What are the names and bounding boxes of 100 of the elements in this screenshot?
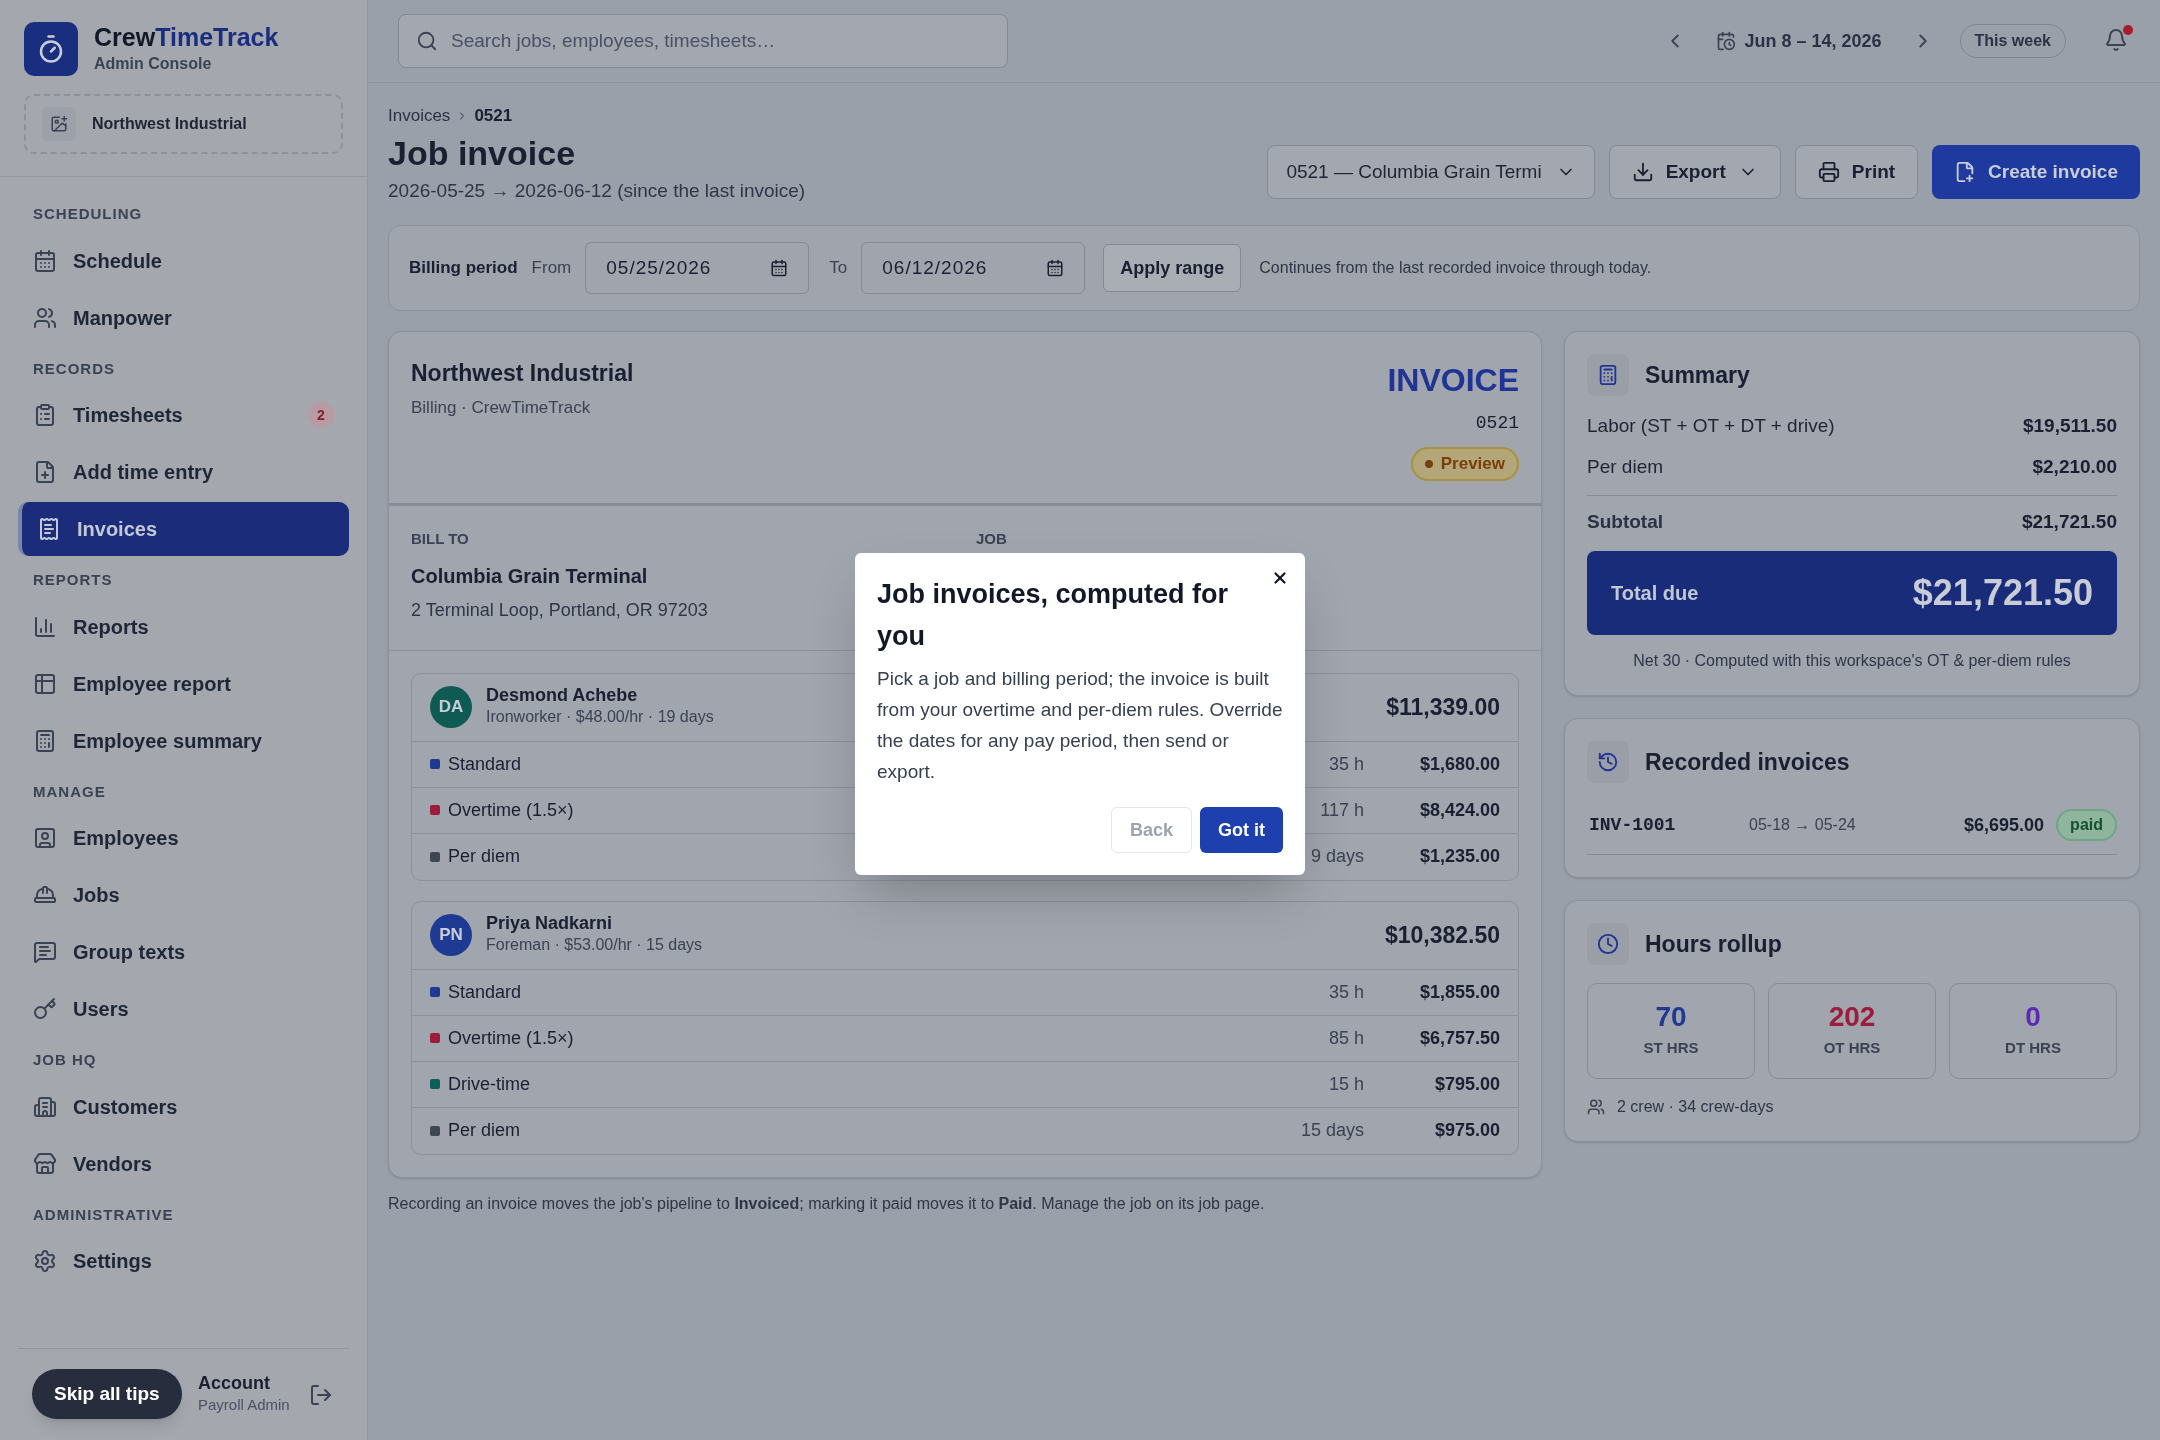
- clipboard-icon: [33, 403, 57, 427]
- got-it-button[interactable]: Got it: [1200, 807, 1283, 853]
- nav-item[interactable]: Employee summary: [18, 713, 349, 768]
- nav-item[interactable]: Invoices: [18, 502, 349, 556]
- nav-item[interactable]: Jobs: [18, 868, 349, 922]
- store-icon: [33, 1151, 57, 1176]
- employee-avatar: DA: [430, 686, 472, 728]
- nav-item[interactable]: Vendors: [18, 1136, 349, 1191]
- file-plus-icon: [33, 460, 57, 484]
- count-badge: 2: [308, 402, 334, 428]
- history-icon: [1587, 740, 1629, 783]
- company-subtitle: Billing · CrewTimeTrack: [411, 396, 592, 419]
- summary-label: Per diem: [1587, 454, 1664, 479]
- hours-label: OT HRS: [1823, 1038, 1881, 1059]
- nav-item[interactable]: Employee report: [18, 656, 349, 711]
- to-label: To: [829, 257, 848, 280]
- nav-item[interactable]: Group texts: [18, 925, 349, 979]
- total-due-amount: $21,721.50: [1912, 570, 2093, 615]
- employee-avatar: PN: [430, 914, 472, 956]
- line-amount: $1,680.00: [1418, 752, 1500, 776]
- summary-value: $21,721.50: [2021, 510, 2117, 534]
- summary-title: Summary: [1645, 361, 1750, 390]
- stopwatch-logo-icon: [24, 22, 78, 76]
- close-icon[interactable]: [1271, 569, 1289, 587]
- calendar-icon: [33, 248, 57, 273]
- calculator-icon: [33, 728, 57, 753]
- line-label: Drive-time: [448, 1072, 530, 1096]
- footer-note: Recording an invoice moves the job's pipeline to Invoiced; marking it paid moves it to Paid. Manage the job on its job page.: [388, 1193, 1266, 1214]
- summary-value: $19,511.50: [2022, 414, 2117, 438]
- summary-note: Net 30 · Computed with this workspace's OT & per-diem rules: [1632, 650, 2072, 671]
- calendar-icon: [1046, 259, 1065, 277]
- employee-name: Desmond Achebe: [486, 685, 638, 705]
- breadcrumb-link[interactable]: Invoices: [388, 103, 451, 129]
- account-role: Payroll Admin: [198, 1395, 291, 1416]
- invoice-id[interactable]: INV-1001: [1587, 811, 1749, 839]
- line-amount: $8,424.00: [1418, 798, 1500, 822]
- table-icon: [33, 671, 57, 696]
- nav-item[interactable]: Settings: [18, 1234, 349, 1288]
- line-amount: $795.00: [1433, 1072, 1500, 1096]
- summary-value: $2,210.00: [2032, 454, 2117, 479]
- account-name: Account: [198, 1372, 271, 1395]
- search-icon: [416, 30, 438, 52]
- workspace-button[interactable]: Northwest Industrial: [24, 94, 343, 154]
- people-icon: [33, 305, 57, 330]
- total-due-label: Total due: [1611, 580, 1699, 606]
- invoice-heading: INVOICE: [1387, 361, 1519, 400]
- print-button[interactable]: Print: [1794, 145, 1919, 199]
- customer-name: Columbia Grain Terminal: [411, 563, 649, 589]
- logout-icon[interactable]: [309, 1382, 333, 1407]
- nav-item[interactable]: Add time entry: [18, 445, 349, 499]
- invoice-number: 0521: [1475, 412, 1519, 435]
- summary-label: Subtotal: [1587, 510, 1663, 534]
- line-amount: $1,235.00: [1418, 845, 1500, 868]
- search-field[interactable]: Search jobs, employees, timesheets…: [398, 14, 1008, 68]
- line-quantity: 85 h: [1327, 1026, 1364, 1050]
- bill-to-label: BILL TO: [411, 529, 470, 549]
- customer-address: 2 Terminal Loop, Portland, OR 97203: [411, 598, 709, 622]
- status-badge: Preview: [1410, 447, 1519, 481]
- nav-item[interactable]: Reports: [18, 599, 349, 654]
- settings-icon: [33, 1249, 57, 1273]
- bar-chart-icon: [33, 614, 57, 639]
- line-label: Standard: [448, 980, 522, 1004]
- people-icon: [1587, 1097, 1605, 1116]
- invoice-range: 05-18 → 05-24: [1749, 815, 1857, 835]
- nav-section-title: MANAGE: [32, 781, 107, 802]
- id-badge-icon: [33, 826, 57, 850]
- hours-value: 70: [1655, 1001, 1687, 1034]
- notification-bell-icon[interactable]: [2104, 28, 2130, 54]
- job-select[interactable]: 0521 — Columbia Grain Termi: [1267, 145, 1595, 199]
- hours-value: 202: [1828, 1001, 1876, 1034]
- line-quantity: 117 h: [1319, 798, 1364, 822]
- apply-range-button[interactable]: Apply range: [1103, 244, 1242, 292]
- line-amount: $975.00: [1433, 1119, 1500, 1142]
- nav-item[interactable]: Timesheets 2: [18, 388, 349, 442]
- to-date-field[interactable]: 06/12/2026: [861, 242, 1086, 294]
- skip-tips-button[interactable]: Skip all tips: [32, 1369, 182, 1419]
- page-title: Job invoice: [388, 132, 577, 174]
- line-quantity: 15 days: [1299, 1119, 1364, 1142]
- from-date-field[interactable]: 05/25/2026: [585, 242, 810, 294]
- line-quantity: 9 days: [1309, 845, 1364, 868]
- message-icon: [33, 940, 57, 964]
- hours-rollup-title: Hours rollup: [1645, 929, 1782, 959]
- line-label: Per diem: [448, 845, 521, 868]
- from-label: From: [531, 257, 572, 280]
- key-icon: [33, 997, 57, 1021]
- nav-item[interactable]: Manpower: [18, 290, 349, 345]
- download-icon: [1631, 161, 1654, 183]
- nav-item[interactable]: Schedule: [18, 233, 349, 288]
- nav-item[interactable]: Customers: [18, 1079, 349, 1134]
- line-label: Overtime (1.5×): [448, 1026, 574, 1050]
- nav-section-title: JOB HQ: [32, 1050, 98, 1070]
- line-quantity: 35 h: [1327, 752, 1364, 776]
- create-invoice-button[interactable]: Create invoice: [1932, 145, 2140, 199]
- export-button[interactable]: Export: [1608, 145, 1781, 199]
- line-amount: $6,757.50: [1418, 1026, 1500, 1050]
- line-label: Standard: [448, 752, 522, 776]
- employee-total: $10,382.50: [1384, 920, 1500, 950]
- nav-item[interactable]: Employees: [18, 811, 349, 865]
- hours-label: ST HRS: [1643, 1038, 1699, 1059]
- nav-item[interactable]: Users: [18, 982, 349, 1036]
